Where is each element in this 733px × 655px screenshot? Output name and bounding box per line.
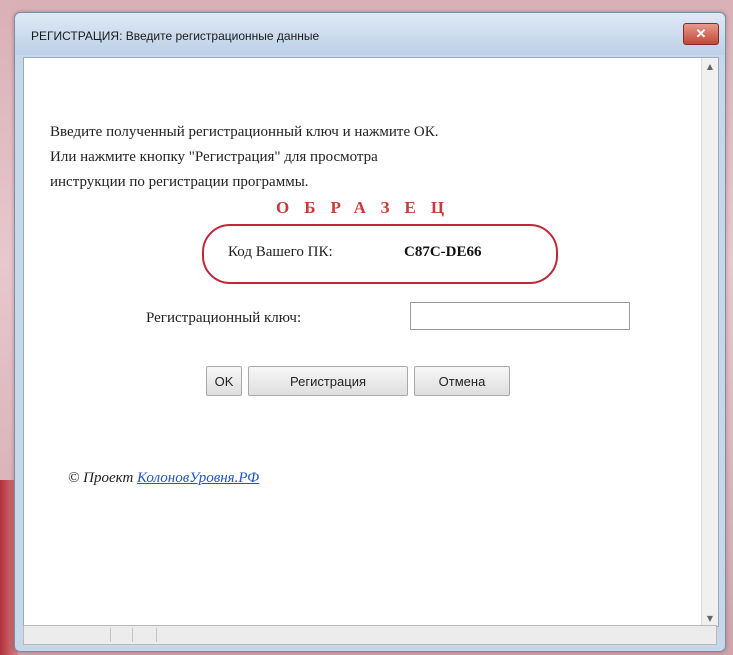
title-bar[interactable]: РЕГИСТРАЦИЯ: Введите регистрационные дан… — [15, 13, 725, 55]
status-bar — [23, 625, 717, 645]
close-button[interactable]: ✕ — [683, 23, 719, 45]
status-cell — [132, 628, 157, 642]
sample-stamp: ОБРАЗЕЦ — [276, 198, 460, 217]
close-icon: ✕ — [695, 26, 707, 41]
instruction-line: Введите полученный регистрационный ключ … — [50, 124, 439, 140]
pc-code-label: Код Вашего ПК: — [228, 244, 333, 260]
cancel-button[interactable]: Отмена — [414, 366, 510, 396]
registration-key-input[interactable] — [410, 302, 630, 330]
window-title: РЕГИСТРАЦИЯ: Введите регистрационные дан… — [31, 29, 320, 43]
instruction-line: Или нажмите кнопку "Регистрация" для про… — [50, 149, 378, 165]
project-link[interactable]: КолоновУровня.РФ — [137, 470, 259, 486]
instructions-text: Введите полученный регистрационный ключ … — [50, 120, 690, 195]
scroll-down-icon[interactable]: ▼ — [702, 610, 718, 626]
dialog-content: Введите полученный регистрационный ключ … — [23, 57, 719, 627]
status-cell — [110, 628, 133, 642]
ok-button[interactable]: OK — [206, 366, 242, 396]
register-button[interactable]: Регистрация — [248, 366, 408, 396]
scroll-up-icon[interactable]: ▲ — [702, 58, 718, 74]
footer-credit: © Проект КолоновУровня.РФ — [68, 470, 259, 487]
instruction-line: инструкции по регистрации программы. — [50, 174, 309, 190]
footer-prefix: © Проект — [68, 470, 134, 486]
pc-code-value: C87C-DE66 — [404, 244, 482, 260]
registration-dialog: РЕГИСТРАЦИЯ: Введите регистрационные дан… — [14, 12, 726, 652]
status-cell — [24, 628, 111, 642]
vertical-scrollbar[interactable]: ▲ ▼ — [701, 58, 718, 626]
registration-key-label: Регистрационный ключ: — [146, 310, 302, 326]
